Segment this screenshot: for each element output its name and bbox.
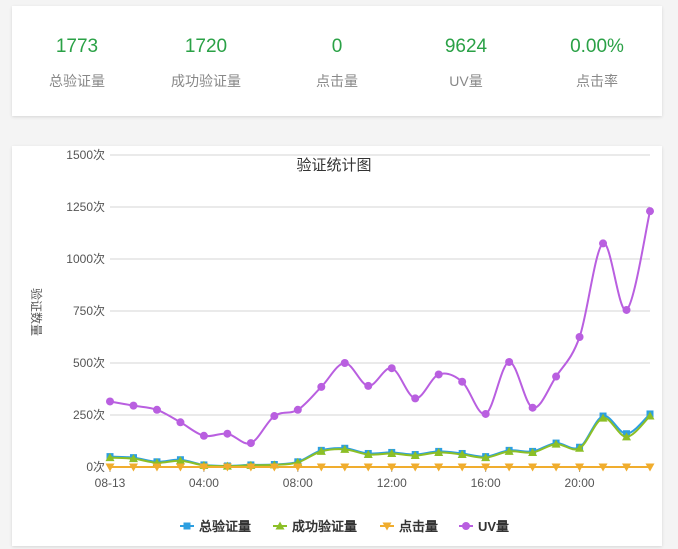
data-point: [575, 333, 584, 341]
legend-item[interactable]: UV量: [459, 519, 509, 534]
data-point: [270, 412, 279, 421]
legend[interactable]: 总验证量 成功验证量 点击量 UV量: [180, 519, 509, 534]
stat-label: 点击率: [576, 73, 618, 89]
data-point: [176, 418, 185, 427]
data-point: [528, 403, 537, 412]
stat-value: 1773: [55, 36, 99, 57]
legend-label: UV量: [478, 519, 509, 534]
series-2: [105, 411, 655, 470]
y-tick-label: 750次: [73, 304, 105, 318]
data-point: [129, 401, 138, 410]
y-tick-label: 1500次: [66, 148, 105, 162]
legend-label: 点击量: [399, 519, 438, 534]
stat-value: 0.00%: [570, 36, 624, 57]
stat-value: 9624: [444, 36, 488, 57]
gridlines: [110, 154, 650, 468]
x-tick-label: 16:00: [471, 476, 501, 490]
legend-marker: [462, 522, 470, 530]
y-axis-ticks: 0次 250次 500次 750次 1000次 1250次 1500次: [66, 148, 105, 474]
chart-panel: 0次 250次 500次 750次 1000次 1250次 1500次 08-13 04:00…: [12, 146, 662, 546]
data-point: [340, 359, 349, 367]
y-tick-label: 500次: [73, 356, 105, 370]
stats-panel: 1773 总验证量 1720 成功验证量 0 点击量 9624 UV量 0.00…: [12, 6, 662, 116]
data-point: [622, 305, 631, 314]
data-point: [152, 405, 161, 414]
chart-title: 验证统计图: [296, 157, 371, 174]
legend-label: 总验证量: [199, 519, 251, 534]
data-point: [646, 207, 654, 216]
stat-label: 成功验证量: [171, 73, 241, 89]
legend-item[interactable]: 总验证量: [180, 519, 251, 534]
series-3: [105, 463, 655, 472]
stat-value: 1720: [184, 36, 228, 57]
y-axis-label: 验证数量: [29, 288, 44, 336]
y-tick-label: 1250次: [66, 200, 105, 214]
data-point: [599, 239, 608, 248]
y-tick-label: 0次: [86, 460, 105, 474]
series-line: [109, 413, 651, 467]
stat-label: 点击量: [316, 73, 358, 89]
x-tick-label: 08-13: [95, 476, 126, 490]
data-point: [458, 377, 467, 386]
x-tick-label: 20:00: [565, 476, 595, 490]
data-point: [434, 370, 443, 379]
stat-label: 总验证量: [49, 73, 105, 89]
data-point: [364, 381, 373, 390]
data-point: [481, 409, 490, 418]
verification-chart: 0次 250次 500次 750次 1000次 1250次 1500次 08-13 04:00…: [29, 148, 655, 534]
x-tick-label: 08:00: [283, 476, 313, 490]
legend-marker: [183, 522, 191, 530]
data-point: [411, 394, 420, 403]
data-point: [552, 372, 561, 381]
data-point: [223, 429, 232, 438]
data-point: [505, 357, 514, 366]
data-point: [106, 397, 114, 406]
data-point: [246, 439, 255, 448]
legend-item[interactable]: 点击量: [380, 519, 438, 534]
series-line: [109, 210, 651, 445]
data-point: [199, 431, 208, 440]
data-point: [387, 364, 396, 373]
series: [105, 207, 655, 472]
series-4: [106, 207, 654, 448]
stat-value: 0: [331, 36, 343, 57]
legend-item[interactable]: 成功验证量: [273, 519, 357, 534]
data-point: [293, 405, 302, 414]
legend-label: 成功验证量: [292, 519, 357, 534]
y-tick-label: 250次: [73, 408, 105, 422]
stat-label: UV量: [449, 73, 483, 89]
x-tick-label: 04:00: [189, 476, 219, 490]
series-line: [109, 415, 651, 468]
series-1: [106, 410, 654, 470]
data-point: [317, 382, 326, 391]
x-tick-label: 12:00: [377, 476, 407, 490]
y-tick-label: 1000次: [66, 252, 105, 266]
